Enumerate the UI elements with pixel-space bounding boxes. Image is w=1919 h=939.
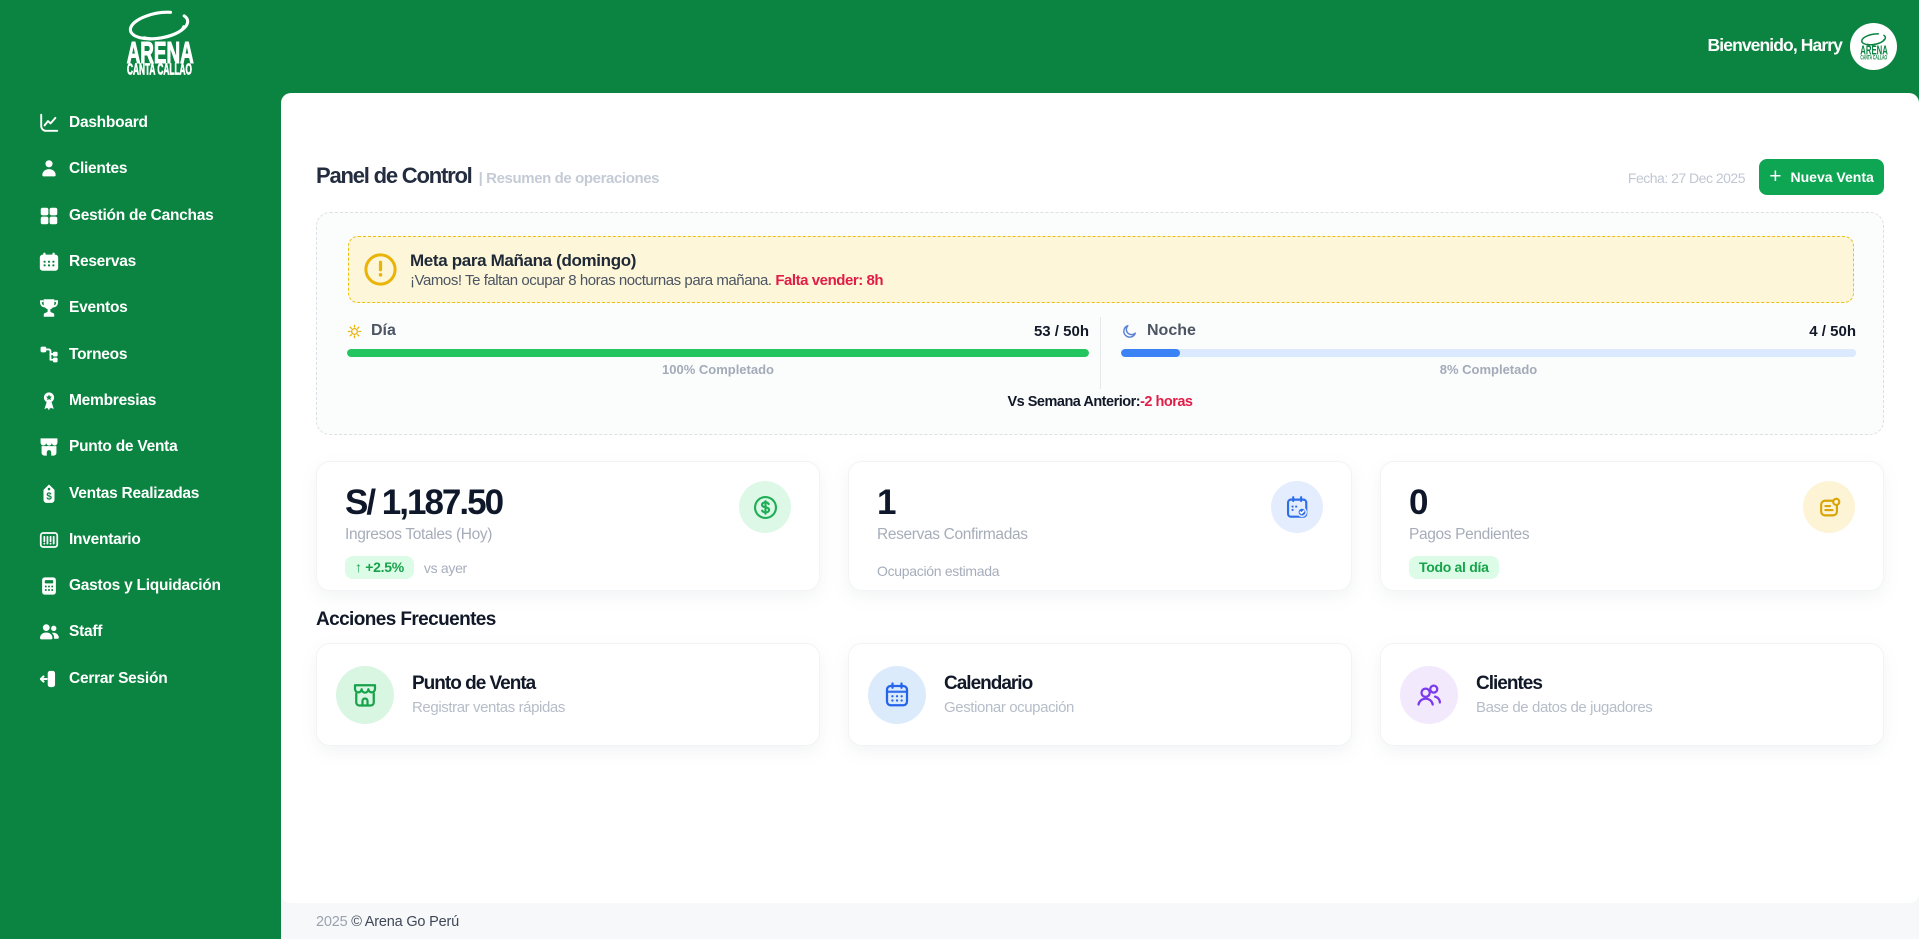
svg-text:CANTA CALLAO: CANTA CALLAO [1860,55,1887,61]
svg-text:$: $ [46,491,52,502]
svg-text:CANTA CALLAO: CANTA CALLAO [127,61,192,78]
